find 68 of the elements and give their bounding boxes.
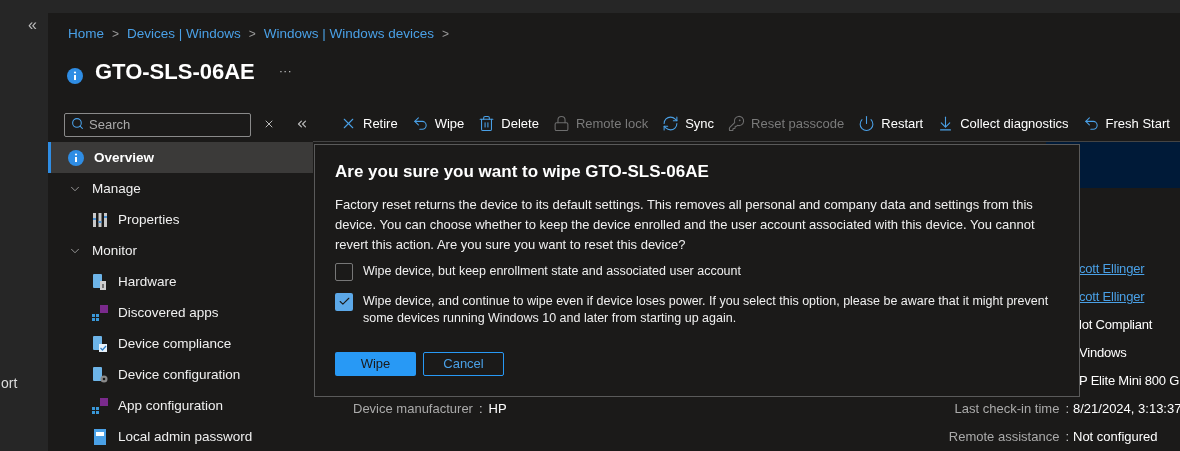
nav-item[interactable]: Properties <box>48 204 313 236</box>
property-label: Remote assistance <box>948 428 1060 447</box>
property-value: Vindows <box>1079 345 1127 361</box>
property-value: P Elite Mini 800 G <box>1079 373 1180 389</box>
apps-icon <box>92 397 108 414</box>
toolbar-button[interactable]: Retire <box>340 113 398 134</box>
page-title: GTO-SLS-06AE <box>95 57 255 86</box>
nav-item[interactable]: Hardware <box>48 266 313 298</box>
breadcrumb-separator: > <box>248 26 256 44</box>
info-icon <box>67 68 83 85</box>
undo-arrow-icon <box>411 115 429 133</box>
more-button[interactable]: ··· <box>278 60 292 80</box>
key-icon <box>728 115 746 133</box>
property-value: lot Compliant <box>1079 317 1153 333</box>
sync-icon <box>662 115 680 133</box>
nav-item[interactable]: App configuration <box>48 390 313 422</box>
breadcrumb-separator: > <box>112 26 120 44</box>
nav-group-header[interactable]: Manage <box>48 173 313 205</box>
option-label: Wipe device, but keep enrollment state and associated user account <box>363 262 741 280</box>
property-value: 8/21/2024, 3:13:37 <box>1073 401 1180 417</box>
breadcrumb-link[interactable]: Devices | Windows <box>127 24 241 45</box>
property-label: Device manufacturer <box>353 400 473 419</box>
search-field[interactable]: Search <box>64 112 251 137</box>
checkbox[interactable] <box>335 262 353 281</box>
breadcrumb-separator: > <box>441 26 449 44</box>
property-value: Not configured <box>1073 429 1158 445</box>
breadcrumb-link[interactable]: Windows | Windows devices <box>263 24 434 45</box>
device-icon <box>92 273 108 290</box>
sliders-icon <box>92 211 108 228</box>
collapse-nav-button[interactable]: « <box>28 17 40 33</box>
dialog-title: Are you sure you want to wipe GTO-SLS-06AE <box>335 161 710 183</box>
option-label: Wipe device, and continue to wipe even if device loses power. If you select this option, please be aware that it might prevent some devices running Windows 10 and later from starting up again. <box>363 292 1050 327</box>
cancel-button[interactable]: Cancel <box>423 351 504 376</box>
toolbar-button[interactable]: Fresh Start <box>1082 113 1170 134</box>
apps-icon <box>92 304 108 321</box>
power-icon <box>858 115 876 133</box>
device-gear-icon <box>92 366 108 383</box>
nav-item[interactable]: Device compliance <box>48 328 313 360</box>
toolbar-button[interactable]: Sync <box>662 113 715 134</box>
toolbar-button[interactable]: Collect diagnostics <box>937 113 1069 134</box>
nav-item[interactable]: Discovered apps <box>48 297 313 329</box>
colon: : <box>478 400 483 419</box>
dialog-message: Factory reset returns the device to its default settings. This removes all personal and company data and settings from this device. You can choose whether to keep the device enrolled and the user account associated with this device. You cannot revert this action. Are you sure you want to reset this device? <box>335 195 1036 254</box>
nav-label[interactable]: ort <box>1 373 48 394</box>
user-link[interactable]: cott Ellinger <box>1079 289 1145 305</box>
trash-icon <box>478 115 496 133</box>
user-link[interactable]: cott Ellinger <box>1079 261 1145 277</box>
colon: : <box>1065 400 1069 419</box>
wipe-button[interactable]: Wipe <box>335 351 416 376</box>
check-icon <box>337 295 351 308</box>
toolbar-button[interactable]: Restart <box>858 113 924 134</box>
nav-item[interactable]: Device configuration <box>48 359 313 391</box>
nav-item[interactable]: Local admin password <box>48 421 313 451</box>
lock-icon <box>552 115 570 133</box>
toolbar-button[interactable]: Wipe <box>411 113 465 134</box>
info-icon <box>68 149 84 166</box>
nav-group-header[interactable]: Monitor <box>48 235 313 267</box>
password-icon <box>92 428 108 445</box>
search-icon <box>71 117 84 131</box>
colon: : <box>1065 428 1069 447</box>
toolbar-button[interactable]: Delete <box>478 113 539 134</box>
device-check-icon <box>92 335 108 352</box>
property-value: HP <box>488 400 507 419</box>
checkbox[interactable] <box>335 292 353 311</box>
breadcrumb-link[interactable]: Home <box>68 24 104 45</box>
property-label: Last check-in time <box>954 400 1060 419</box>
undo-arrow-icon <box>1082 115 1100 133</box>
nav-item[interactable]: Overview <box>48 142 313 174</box>
